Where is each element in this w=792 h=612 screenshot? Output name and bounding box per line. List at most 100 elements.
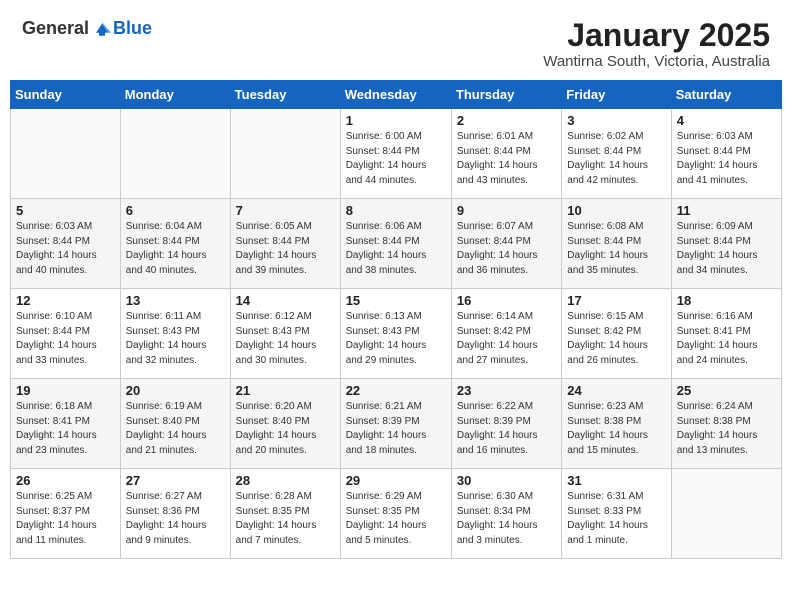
cell-info: Sunrise: 6:30 AMSunset: 8:34 PMDaylight:… (457, 490, 556, 548)
calendar-cell: 6Sunrise: 6:04 AMSunset: 8:44 PMDaylight… (120, 199, 230, 289)
calendar-cell: 4 Sunrise: 6:03 AMSunset: 8:44 PMDaylight… (671, 109, 781, 199)
logo-icon (93, 20, 111, 38)
calendar-header-row: SundayMondayTuesdayWednesdayThursdayFrid… (11, 81, 782, 109)
calendar-cell: 17 Sunrise: 6:15 AMSunset: 8:42 PMDayligh… (562, 289, 671, 379)
day-number: 7 (236, 203, 335, 218)
calendar-cell: 19 Sunrise: 6:18 AMSunset: 8:41 PMDayligh… (11, 379, 121, 469)
calendar-cell: 13Sunrise: 6:11 AMSunset: 8:43 PMDayligh… (120, 289, 230, 379)
calendar-cell (230, 109, 340, 199)
day-number: 10 (567, 203, 665, 218)
cell-info: Sunrise: 6:15 AMSunset: 8:42 PMDaylight:… (567, 310, 665, 368)
day-number: 15 (346, 293, 446, 308)
calendar-week-4: 19 Sunrise: 6:18 AMSunset: 8:41 PMDayligh… (11, 379, 782, 469)
cell-info: Sunrise: 6:08 AMSunset: 8:44 PMDaylight:… (567, 220, 665, 278)
calendar-cell: 14 Sunrise: 6:12 AMSunset: 8:43 PMDayligh… (230, 289, 340, 379)
day-number: 30 (457, 473, 556, 488)
calendar-cell: 28Sunrise: 6:28 AMSunset: 8:35 PMDayligh… (230, 469, 340, 559)
cell-info: Sunrise: 6:19 AMSunset: 8:40 PMDaylight:… (126, 400, 225, 458)
calendar-header-friday: Friday (562, 81, 671, 109)
calendar-header-saturday: Saturday (671, 81, 781, 109)
calendar-body: 1 Sunrise: 6:00 AMSunset: 8:44 PMDaylight… (11, 109, 782, 559)
day-number: 27 (126, 473, 225, 488)
calendar-cell: 10 Sunrise: 6:08 AMSunset: 8:44 PMDayligh… (562, 199, 671, 289)
cell-info: Sunrise: 6:23 AMSunset: 8:38 PMDaylight:… (567, 400, 665, 458)
calendar-cell: 20 Sunrise: 6:19 AMSunset: 8:40 PMDayligh… (120, 379, 230, 469)
calendar-cell: 29Sunrise: 6:29 AMSunset: 8:35 PMDayligh… (340, 469, 451, 559)
calendar-week-5: 26 Sunrise: 6:25 AMSunset: 8:37 PMDayligh… (11, 469, 782, 559)
calendar-table: SundayMondayTuesdayWednesdayThursdayFrid… (10, 80, 782, 559)
logo-general: General (22, 18, 89, 39)
calendar-cell: 25Sunrise: 6:24 AMSunset: 8:38 PMDayligh… (671, 379, 781, 469)
page-header: General Blue January 2025 Wantirna South… (10, 10, 782, 74)
calendar-cell: 18 Sunrise: 6:16 AMSunset: 8:41 PMDayligh… (671, 289, 781, 379)
calendar-cell: 9 Sunrise: 6:07 AMSunset: 8:44 PMDaylight… (451, 199, 561, 289)
day-number: 21 (236, 383, 335, 398)
day-number: 3 (567, 113, 665, 128)
calendar-cell: 31 Sunrise: 6:31 AMSunset: 8:33 PMDayligh… (562, 469, 671, 559)
cell-info: Sunrise: 6:24 AMSunset: 8:38 PMDaylight:… (677, 400, 776, 458)
cell-info: Sunrise: 6:05 AMSunset: 8:44 PMDaylight:… (236, 220, 335, 278)
calendar-cell: 2 Sunrise: 6:01 AMSunset: 8:44 PMDaylight… (451, 109, 561, 199)
day-number: 19 (16, 383, 115, 398)
calendar-cell (671, 469, 781, 559)
calendar-cell: 26 Sunrise: 6:25 AMSunset: 8:37 PMDayligh… (11, 469, 121, 559)
day-number: 18 (677, 293, 776, 308)
cell-info: Sunrise: 6:22 AMSunset: 8:39 PMDaylight:… (457, 400, 556, 458)
cell-info: Sunrise: 6:25 AMSunset: 8:37 PMDaylight:… (16, 490, 115, 548)
calendar-header-tuesday: Tuesday (230, 81, 340, 109)
calendar-header-sunday: Sunday (11, 81, 121, 109)
day-number: 26 (16, 473, 115, 488)
day-number: 20 (126, 383, 225, 398)
day-number: 8 (346, 203, 446, 218)
day-number: 2 (457, 113, 556, 128)
calendar-cell: 30 Sunrise: 6:30 AMSunset: 8:34 PMDayligh… (451, 469, 561, 559)
cell-info: Sunrise: 6:31 AMSunset: 8:33 PMDaylight:… (567, 490, 665, 548)
calendar-header-thursday: Thursday (451, 81, 561, 109)
cell-info: Sunrise: 6:02 AMSunset: 8:44 PMDaylight:… (567, 130, 665, 188)
calendar-cell: 22Sunrise: 6:21 AMSunset: 8:39 PMDayligh… (340, 379, 451, 469)
title-block: January 2025 Wantirna South, Victoria, A… (543, 18, 770, 70)
day-number: 31 (567, 473, 665, 488)
logo-blue: Blue (113, 18, 152, 39)
day-number: 14 (236, 293, 335, 308)
cell-info: Sunrise: 6:11 AMSunset: 8:43 PMDaylight:… (126, 310, 225, 368)
calendar-cell: 7 Sunrise: 6:05 AMSunset: 8:44 PMDaylight… (230, 199, 340, 289)
day-number: 17 (567, 293, 665, 308)
day-number: 5 (16, 203, 115, 218)
cell-info: Sunrise: 6:07 AMSunset: 8:44 PMDaylight:… (457, 220, 556, 278)
day-number: 4 (677, 113, 776, 128)
cell-info: Sunrise: 6:06 AMSunset: 8:44 PMDaylight:… (346, 220, 446, 278)
day-number: 24 (567, 383, 665, 398)
cell-info: Sunrise: 6:16 AMSunset: 8:41 PMDaylight:… (677, 310, 776, 368)
cell-info: Sunrise: 6:12 AMSunset: 8:43 PMDaylight:… (236, 310, 335, 368)
day-number: 12 (16, 293, 115, 308)
cell-info: Sunrise: 6:03 AMSunset: 8:44 PMDaylight:… (677, 130, 776, 188)
calendar-cell: 5Sunrise: 6:03 AMSunset: 8:44 PMDaylight… (11, 199, 121, 289)
calendar-cell: 21Sunrise: 6:20 AMSunset: 8:40 PMDayligh… (230, 379, 340, 469)
day-number: 1 (346, 113, 446, 128)
calendar-week-3: 12Sunrise: 6:10 AMSunset: 8:44 PMDayligh… (11, 289, 782, 379)
cell-info: Sunrise: 6:00 AMSunset: 8:44 PMDaylight:… (346, 130, 446, 188)
calendar-cell: 11Sunrise: 6:09 AMSunset: 8:44 PMDayligh… (671, 199, 781, 289)
calendar-cell: 15 Sunrise: 6:13 AMSunset: 8:43 PMDayligh… (340, 289, 451, 379)
cell-info: Sunrise: 6:18 AMSunset: 8:41 PMDaylight:… (16, 400, 115, 458)
calendar-cell: 12Sunrise: 6:10 AMSunset: 8:44 PMDayligh… (11, 289, 121, 379)
calendar-header-wednesday: Wednesday (340, 81, 451, 109)
calendar-cell: 23Sunrise: 6:22 AMSunset: 8:39 PMDayligh… (451, 379, 561, 469)
calendar-header-monday: Monday (120, 81, 230, 109)
cell-info: Sunrise: 6:28 AMSunset: 8:35 PMDaylight:… (236, 490, 335, 548)
logo: General Blue (22, 18, 152, 39)
calendar-cell (11, 109, 121, 199)
day-number: 22 (346, 383, 446, 398)
cell-info: Sunrise: 6:13 AMSunset: 8:43 PMDaylight:… (346, 310, 446, 368)
calendar-cell: 16Sunrise: 6:14 AMSunset: 8:42 PMDayligh… (451, 289, 561, 379)
cell-info: Sunrise: 6:27 AMSunset: 8:36 PMDaylight:… (126, 490, 225, 548)
calendar-week-1: 1 Sunrise: 6:00 AMSunset: 8:44 PMDaylight… (11, 109, 782, 199)
day-number: 29 (346, 473, 446, 488)
calendar-cell: 1 Sunrise: 6:00 AMSunset: 8:44 PMDaylight… (340, 109, 451, 199)
cell-info: Sunrise: 6:01 AMSunset: 8:44 PMDaylight:… (457, 130, 556, 188)
day-number: 9 (457, 203, 556, 218)
cell-info: Sunrise: 6:09 AMSunset: 8:44 PMDaylight:… (677, 220, 776, 278)
cell-info: Sunrise: 6:04 AMSunset: 8:44 PMDaylight:… (126, 220, 225, 278)
cell-info: Sunrise: 6:14 AMSunset: 8:42 PMDaylight:… (457, 310, 556, 368)
